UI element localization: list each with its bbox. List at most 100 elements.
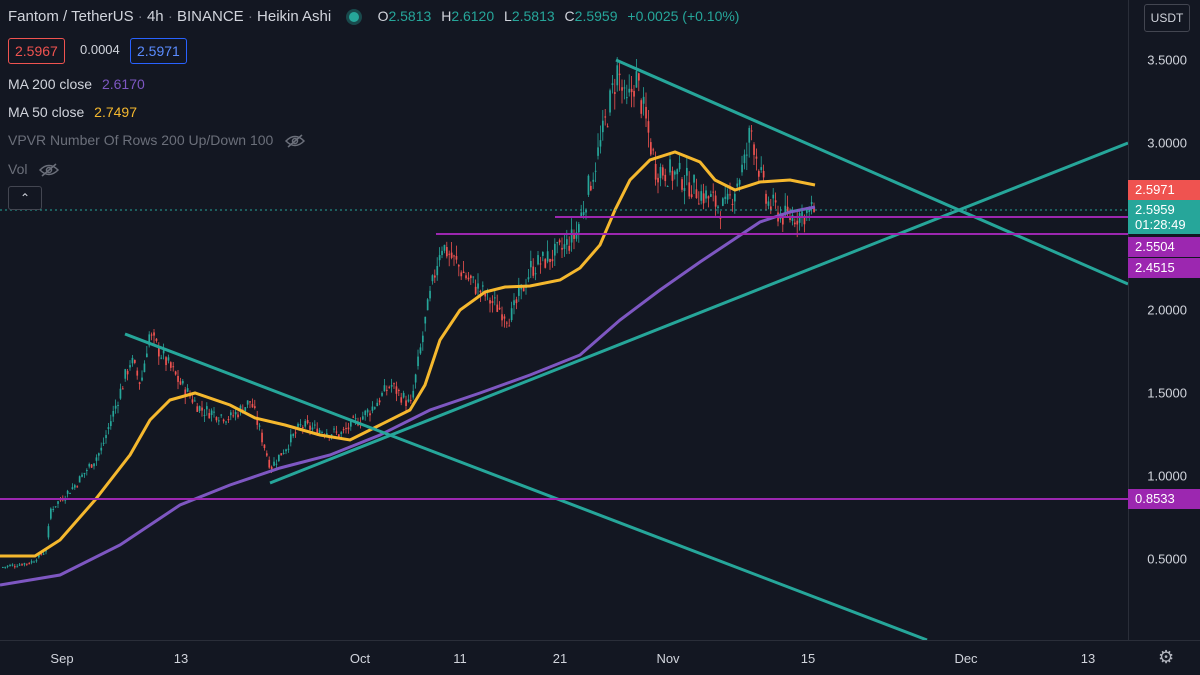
price-chart[interactable]: [0, 0, 1128, 640]
candle-body: [378, 400, 381, 403]
candle-body: [546, 251, 549, 262]
buy-price-box[interactable]: 2.5971: [130, 38, 187, 64]
candle-body: [712, 191, 715, 193]
vpvr-label: VPVR Number Of Rows 200 Up/Down 100: [8, 132, 274, 148]
candle-body: [9, 565, 11, 567]
candle-body: [479, 290, 482, 293]
candle-body: [659, 167, 662, 179]
candle-body: [278, 454, 280, 462]
price-tick: 3.5000: [1147, 52, 1187, 68]
ma200-legend[interactable]: MA 200 close 2.6170: [8, 76, 145, 92]
sell-price-box[interactable]: 2.5967: [8, 38, 65, 64]
candle-body: [578, 224, 580, 233]
candle-body: [124, 369, 127, 379]
candle-body: [146, 353, 148, 358]
candle-body: [654, 163, 657, 180]
price-axis[interactable]: 3.50003.00002.50002.00001.50001.00000.50…: [1128, 0, 1200, 640]
candle-body: [450, 252, 453, 258]
candle-body: [734, 193, 736, 202]
candle-body: [690, 194, 693, 198]
candle-body: [102, 442, 105, 444]
candle-body: [174, 371, 177, 375]
symbol-name[interactable]: Fantom / TetherUS: [8, 8, 134, 25]
time-tick: 13: [173, 651, 189, 666]
time-tick: 15: [800, 651, 816, 666]
candle-body: [6, 565, 9, 567]
eye-hidden-icon[interactable]: [39, 163, 60, 177]
candle-body: [249, 401, 251, 403]
eye-hidden-icon[interactable]: [285, 134, 306, 148]
collapse-legend-button[interactable]: ⌃: [8, 186, 42, 210]
candle-body: [429, 290, 431, 299]
candle-body: [366, 409, 369, 413]
vpvr-legend[interactable]: VPVR Number Of Rows 200 Up/Down 100: [8, 132, 306, 148]
candle-body: [57, 501, 59, 504]
candle-body: [616, 65, 619, 86]
candle-body: [455, 255, 458, 260]
candle-body: [354, 418, 357, 420]
candle-body: [268, 459, 271, 468]
candle-body: [554, 243, 556, 256]
chevron-up-icon: ⌃: [19, 191, 31, 205]
candle-body: [448, 253, 451, 255]
symbol-header[interactable]: Fantom / TetherUS · 4h · BINANCE · Heiki…: [8, 8, 745, 25]
candle-body: [688, 182, 691, 197]
candle-body: [693, 174, 695, 183]
candle-body: [11, 564, 14, 566]
candle-body: [796, 220, 799, 225]
candle-body: [587, 175, 590, 195]
candle-body: [537, 255, 539, 265]
ma50-legend[interactable]: MA 50 close 2.7497: [8, 104, 137, 120]
trendline-september-descending[interactable]: [124, 332, 928, 640]
vol-legend[interactable]: Vol: [8, 161, 60, 177]
candle-body: [810, 202, 813, 205]
candle-body: [321, 432, 323, 434]
candle-body: [630, 88, 633, 93]
candle-body: [258, 425, 261, 427]
candle-body: [333, 428, 335, 430]
candle-body: [196, 406, 199, 412]
candle-body: [383, 385, 386, 392]
gear-icon[interactable]: ⚙: [1158, 647, 1174, 668]
candle-body: [671, 170, 674, 181]
candle-body: [453, 255, 455, 257]
candle-body: [722, 198, 724, 206]
price-tick: 3.0000: [1147, 135, 1187, 151]
candle-body: [314, 424, 316, 426]
candle-body: [362, 416, 364, 420]
candle-body: [95, 457, 98, 461]
candle-body: [88, 464, 91, 467]
candle-body: [381, 392, 383, 396]
candle-body: [143, 363, 146, 373]
currency-button[interactable]: USDT: [1144, 4, 1190, 32]
candle-body: [374, 407, 376, 409]
candle-body: [731, 203, 734, 205]
candle-body: [208, 413, 211, 419]
candle-body: [602, 120, 604, 133]
candle-body: [477, 283, 479, 289]
chart-style[interactable]: Heikin Ashi: [257, 8, 331, 25]
candle-body: [297, 423, 299, 427]
candle-body: [638, 73, 640, 81]
candle-body: [86, 470, 88, 472]
candle-body: [4, 566, 7, 568]
candle-body: [698, 203, 700, 205]
candle-body: [150, 334, 153, 336]
candle-body: [767, 201, 770, 206]
candle-body: [527, 277, 530, 280]
candle-body: [714, 195, 717, 207]
time-tick: Nov: [656, 651, 680, 666]
candle-body: [460, 272, 463, 277]
candle-body: [611, 83, 614, 85]
time-axis[interactable]: Sep 13 Oct 11 21 Nov 15 Dec 13: [0, 640, 1200, 675]
candle-body: [431, 275, 434, 282]
candle-body: [683, 188, 686, 191]
interval[interactable]: 4h: [147, 8, 164, 25]
candle-body: [774, 200, 777, 203]
candle-body: [182, 380, 184, 384]
candle-body: [282, 452, 285, 454]
candle-body: [155, 338, 158, 341]
candle-body: [678, 162, 681, 170]
level-label-2-4515: 2.4515: [1128, 258, 1200, 278]
candle-body: [167, 357, 170, 361]
